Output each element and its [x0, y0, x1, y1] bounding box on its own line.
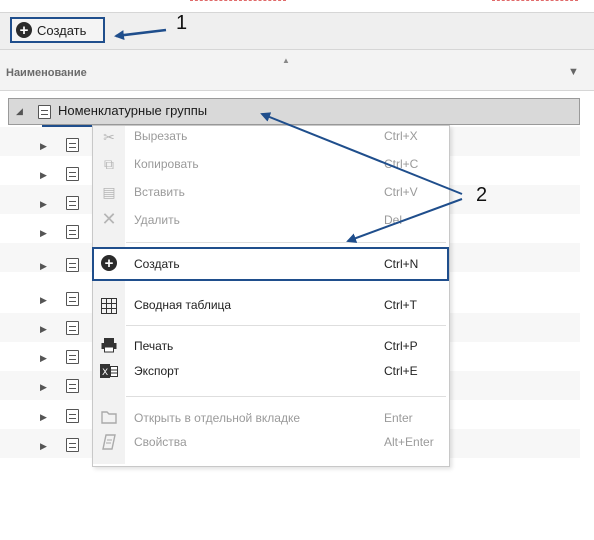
sort-caret-icon: ▲ [282, 56, 290, 65]
expand-arrow-icon[interactable]: ▶ [40, 199, 47, 210]
column-title[interactable]: Наименование [6, 67, 87, 79]
menu-item-paste[interactable]: Вставить [134, 185, 185, 199]
menu-item-properties[interactable]: Свойства [134, 435, 187, 449]
document-icon [38, 105, 51, 119]
document-icon [66, 350, 79, 364]
expand-arrow-icon[interactable]: ▶ [40, 441, 47, 452]
expand-arrow-icon[interactable]: ▶ [40, 261, 47, 272]
folder-icon [100, 408, 118, 426]
create-button-label: Создать [37, 22, 87, 38]
shortcut-paste: Ctrl+V [384, 185, 418, 199]
annotation-number-2: 2 [476, 184, 488, 206]
shortcut-delete: Del [384, 213, 403, 227]
document-icon [66, 138, 79, 152]
red-dash-marker [492, 0, 578, 1]
excel-export-icon: X [100, 362, 118, 380]
expand-arrow-icon[interactable]: ▶ [40, 412, 47, 423]
tree-root-label[interactable]: Номенклатурные группы [58, 103, 207, 118]
shortcut-export: Ctrl+E [384, 364, 418, 378]
delete-icon: ✕ [101, 208, 117, 229]
shortcut-pivot-table: Ctrl+T [384, 298, 417, 312]
document-icon [66, 409, 79, 423]
paste-icon: ▤ [102, 183, 116, 200]
shortcut-print: Ctrl+P [384, 339, 418, 353]
menu-item-open-in-tab[interactable]: Открыть в отдельной вкладке [134, 411, 300, 425]
create-button[interactable]: + Создать [10, 17, 105, 43]
annotation-number-1: 1 [176, 12, 188, 34]
document-icon [66, 438, 79, 452]
shortcut-copy: Ctrl+C [384, 157, 419, 171]
shortcut-open-in-tab: Enter [384, 411, 413, 425]
red-dash-marker [190, 0, 286, 1]
menu-item-print[interactable]: Печать [134, 339, 173, 353]
plus-circle-icon: + [16, 22, 32, 38]
expand-arrow-icon[interactable]: ▶ [40, 170, 47, 181]
copy-icon: ⧉ [104, 155, 114, 172]
shortcut-cut: Ctrl+X [384, 129, 418, 143]
menu-item-export[interactable]: Экспорт [134, 364, 179, 378]
menu-separator [126, 325, 446, 326]
properties-icon [100, 433, 118, 451]
menu-item-cut[interactable]: Вырезать [134, 129, 187, 143]
pivot-table-icon [100, 297, 118, 315]
scissors-icon: ✂ [103, 128, 115, 145]
collapse-arrow-icon[interactable]: ◢ [16, 106, 23, 117]
menu-separator [126, 242, 446, 243]
document-icon [66, 292, 79, 306]
expand-arrow-icon[interactable]: ▶ [40, 382, 47, 393]
shortcut-properties: Alt+Enter [384, 435, 434, 449]
svg-text:X: X [102, 368, 108, 378]
document-icon [66, 225, 79, 239]
document-icon [66, 321, 79, 335]
printer-icon [100, 336, 118, 354]
document-icon [66, 196, 79, 210]
menu-separator [126, 396, 446, 397]
plus-circle-icon: + [100, 254, 118, 272]
expand-arrow-icon[interactable]: ▶ [40, 353, 47, 364]
expand-arrow-icon[interactable]: ▶ [40, 228, 47, 239]
expand-arrow-icon[interactable]: ▶ [40, 324, 47, 335]
column-header [0, 50, 594, 91]
expand-arrow-icon[interactable]: ▶ [40, 295, 47, 306]
menu-item-copy[interactable]: Копировать [134, 157, 199, 171]
menu-item-pivot-table[interactable]: Сводная таблица [134, 298, 231, 312]
menu-item-delete[interactable]: Удалить [134, 213, 180, 227]
shortcut-create: Ctrl+N [384, 257, 419, 271]
menu-item-create[interactable]: Создать [134, 257, 180, 271]
filter-icon[interactable]: ▼ [568, 66, 579, 78]
document-icon [66, 379, 79, 393]
document-icon [66, 167, 79, 181]
document-icon [66, 258, 79, 272]
expand-arrow-icon[interactable]: ▶ [40, 141, 47, 152]
